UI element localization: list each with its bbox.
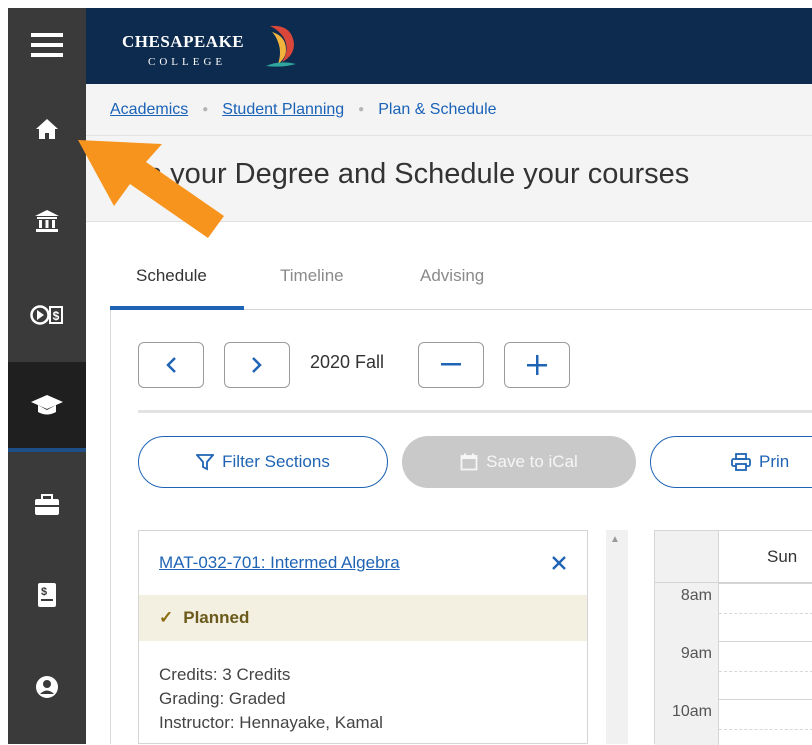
svg-text:$: $ [53,309,60,323]
course-card: MAT-032-701: Intermed Algebra ✓ Planned … [138,530,588,744]
breadcrumb-academics[interactable]: Academics [110,101,188,119]
graduation-cap-icon [31,395,63,415]
institution-icon [35,210,59,232]
filter-icon [196,454,215,471]
logo-text-main: CHESAPEAKE [122,32,245,51]
save-to-ical-label: Save to iCal [486,452,578,471]
sidebar-item-academics[interactable] [8,176,86,266]
page-title: n your Degree and Schedule your courses [146,158,690,190]
save-to-ical-button[interactable]: Save to iCal [402,436,636,488]
logo-sail-icon [266,25,296,67]
user-icon [36,676,58,698]
calendar-gridline [719,583,812,584]
sidebar-item-student-planning[interactable] [8,362,86,452]
finance-icon: $ [30,305,63,325]
breadcrumb-separator: ● [202,104,209,115]
sidebar: $ $ [8,8,86,744]
remove-course-button[interactable] [551,551,567,577]
calendar-corner [655,531,719,583]
breadcrumb-student-planning[interactable]: Student Planning [222,101,344,119]
filter-sections-label: Filter Sections [222,452,330,471]
tab-advising[interactable]: Advising [420,266,484,286]
course-instructor: Instructor: Hennayake, Kamal [159,713,383,732]
previous-term-button[interactable] [138,342,204,388]
course-grading: Grading: Graded [159,689,286,708]
course-title-link[interactable]: MAT-032-701: Intermed Algebra [159,553,400,573]
active-tab-indicator [110,306,244,310]
sidebar-item-tax-forms[interactable]: $ [8,550,86,640]
print-button[interactable]: Prin [650,436,812,488]
status-label: Planned [183,608,250,627]
sidebar-item-finance[interactable]: $ [8,270,86,360]
breadcrumb: Academics ● Student Planning ● Plan & Sc… [86,84,812,136]
home-icon [36,119,58,139]
calendar-hour-8am: 8am [680,587,712,604]
tab-timeline[interactable]: Timeline [280,266,344,286]
app-header: CHESAPEAKE COLLEGE [86,8,812,84]
sidebar-item-employment[interactable] [8,460,86,550]
section-divider [138,410,812,413]
breadcrumb-plan-schedule: Plan & Schedule [378,100,497,118]
add-term-button[interactable] [504,342,570,388]
calendar-day-header: Sun [719,531,812,583]
next-term-button[interactable] [224,342,290,388]
sidebar-item-home[interactable] [8,84,86,174]
calendar-day-label: Sun [767,546,798,566]
calendar-half-hour-line [719,729,812,730]
status-badge: ✓ Planned [139,595,587,641]
scrollbar[interactable]: ▲ [606,530,628,744]
tab-bar: Schedule Timeline Advising [110,250,812,310]
printer-icon [731,453,751,471]
sidebar-item-profile[interactable] [8,642,86,732]
content-border [110,310,111,744]
document-dollar-icon: $ [38,583,56,607]
calendar-grid: Sun 8am 9am 10am [654,530,812,745]
svg-text:$: $ [41,586,47,598]
app-window: $ $ CHESAPEAKE COLLEGE Academics ● Stude… [0,0,812,745]
calendar-icon [460,453,478,471]
logo-text-sub: COLLEGE [148,56,227,68]
calendar-half-hour-line [719,671,812,672]
plus-icon [527,355,547,375]
close-icon [552,556,566,570]
sidebar-menu-toggle[interactable] [8,8,86,82]
minus-icon [441,363,461,366]
menu-icon [31,33,63,57]
calendar-hour-9am: 9am [680,645,712,662]
term-label: 2020 Fall [310,352,385,372]
briefcase-icon [35,494,59,515]
check-icon: ✓ [159,608,174,627]
calendar-gridline [719,641,812,642]
calendar-gridline [719,699,812,700]
chevron-right-icon [252,357,262,373]
calendar-half-hour-line [719,613,812,614]
college-logo[interactable]: CHESAPEAKE COLLEGE [122,25,312,76]
breadcrumb-separator: ● [358,104,365,115]
tab-schedule[interactable]: Schedule [136,266,207,286]
filter-sections-button[interactable]: Filter Sections [138,436,388,488]
course-credits: Credits: 3 Credits [159,665,291,684]
remove-term-button[interactable] [418,342,484,388]
chevron-left-icon [166,357,176,373]
page-title-bar: n your Degree and Schedule your courses [86,136,812,222]
scroll-up-icon[interactable]: ▲ [610,534,620,545]
print-label: Prin [759,452,790,471]
calendar-hour-10am: 10am [671,703,712,720]
